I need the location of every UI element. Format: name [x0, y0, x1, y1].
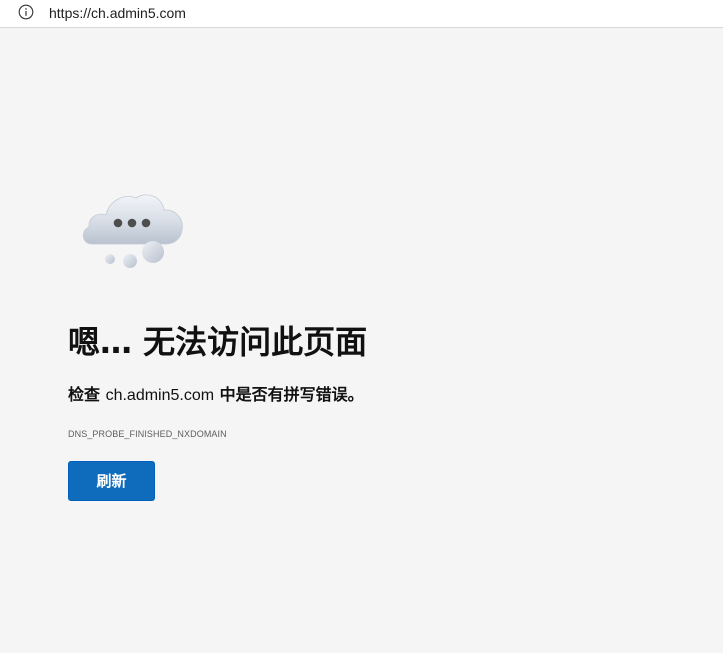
refresh-button[interactable]: 刷新 [68, 461, 155, 501]
address-bar: https://ch.admin5.com [0, 0, 723, 28]
cloud-icon [82, 194, 183, 268]
error-domain: ch.admin5.com [105, 387, 215, 404]
error-description: 检查 ch.admin5.com 中是否有拼写错误。 [68, 383, 364, 408]
error-title: 嗯… 无法访问此页面 [68, 323, 368, 361]
address-url[interactable]: https://ch.admin5.com [49, 4, 186, 22]
error-description-prefix: 检查 [68, 385, 106, 404]
error-code: DNS_PROBE_FINISHED_NXDOMAIN [68, 429, 227, 439]
error-description-suffix: 中是否有拼写错误。 [214, 385, 364, 404]
info-icon[interactable] [18, 4, 34, 20]
